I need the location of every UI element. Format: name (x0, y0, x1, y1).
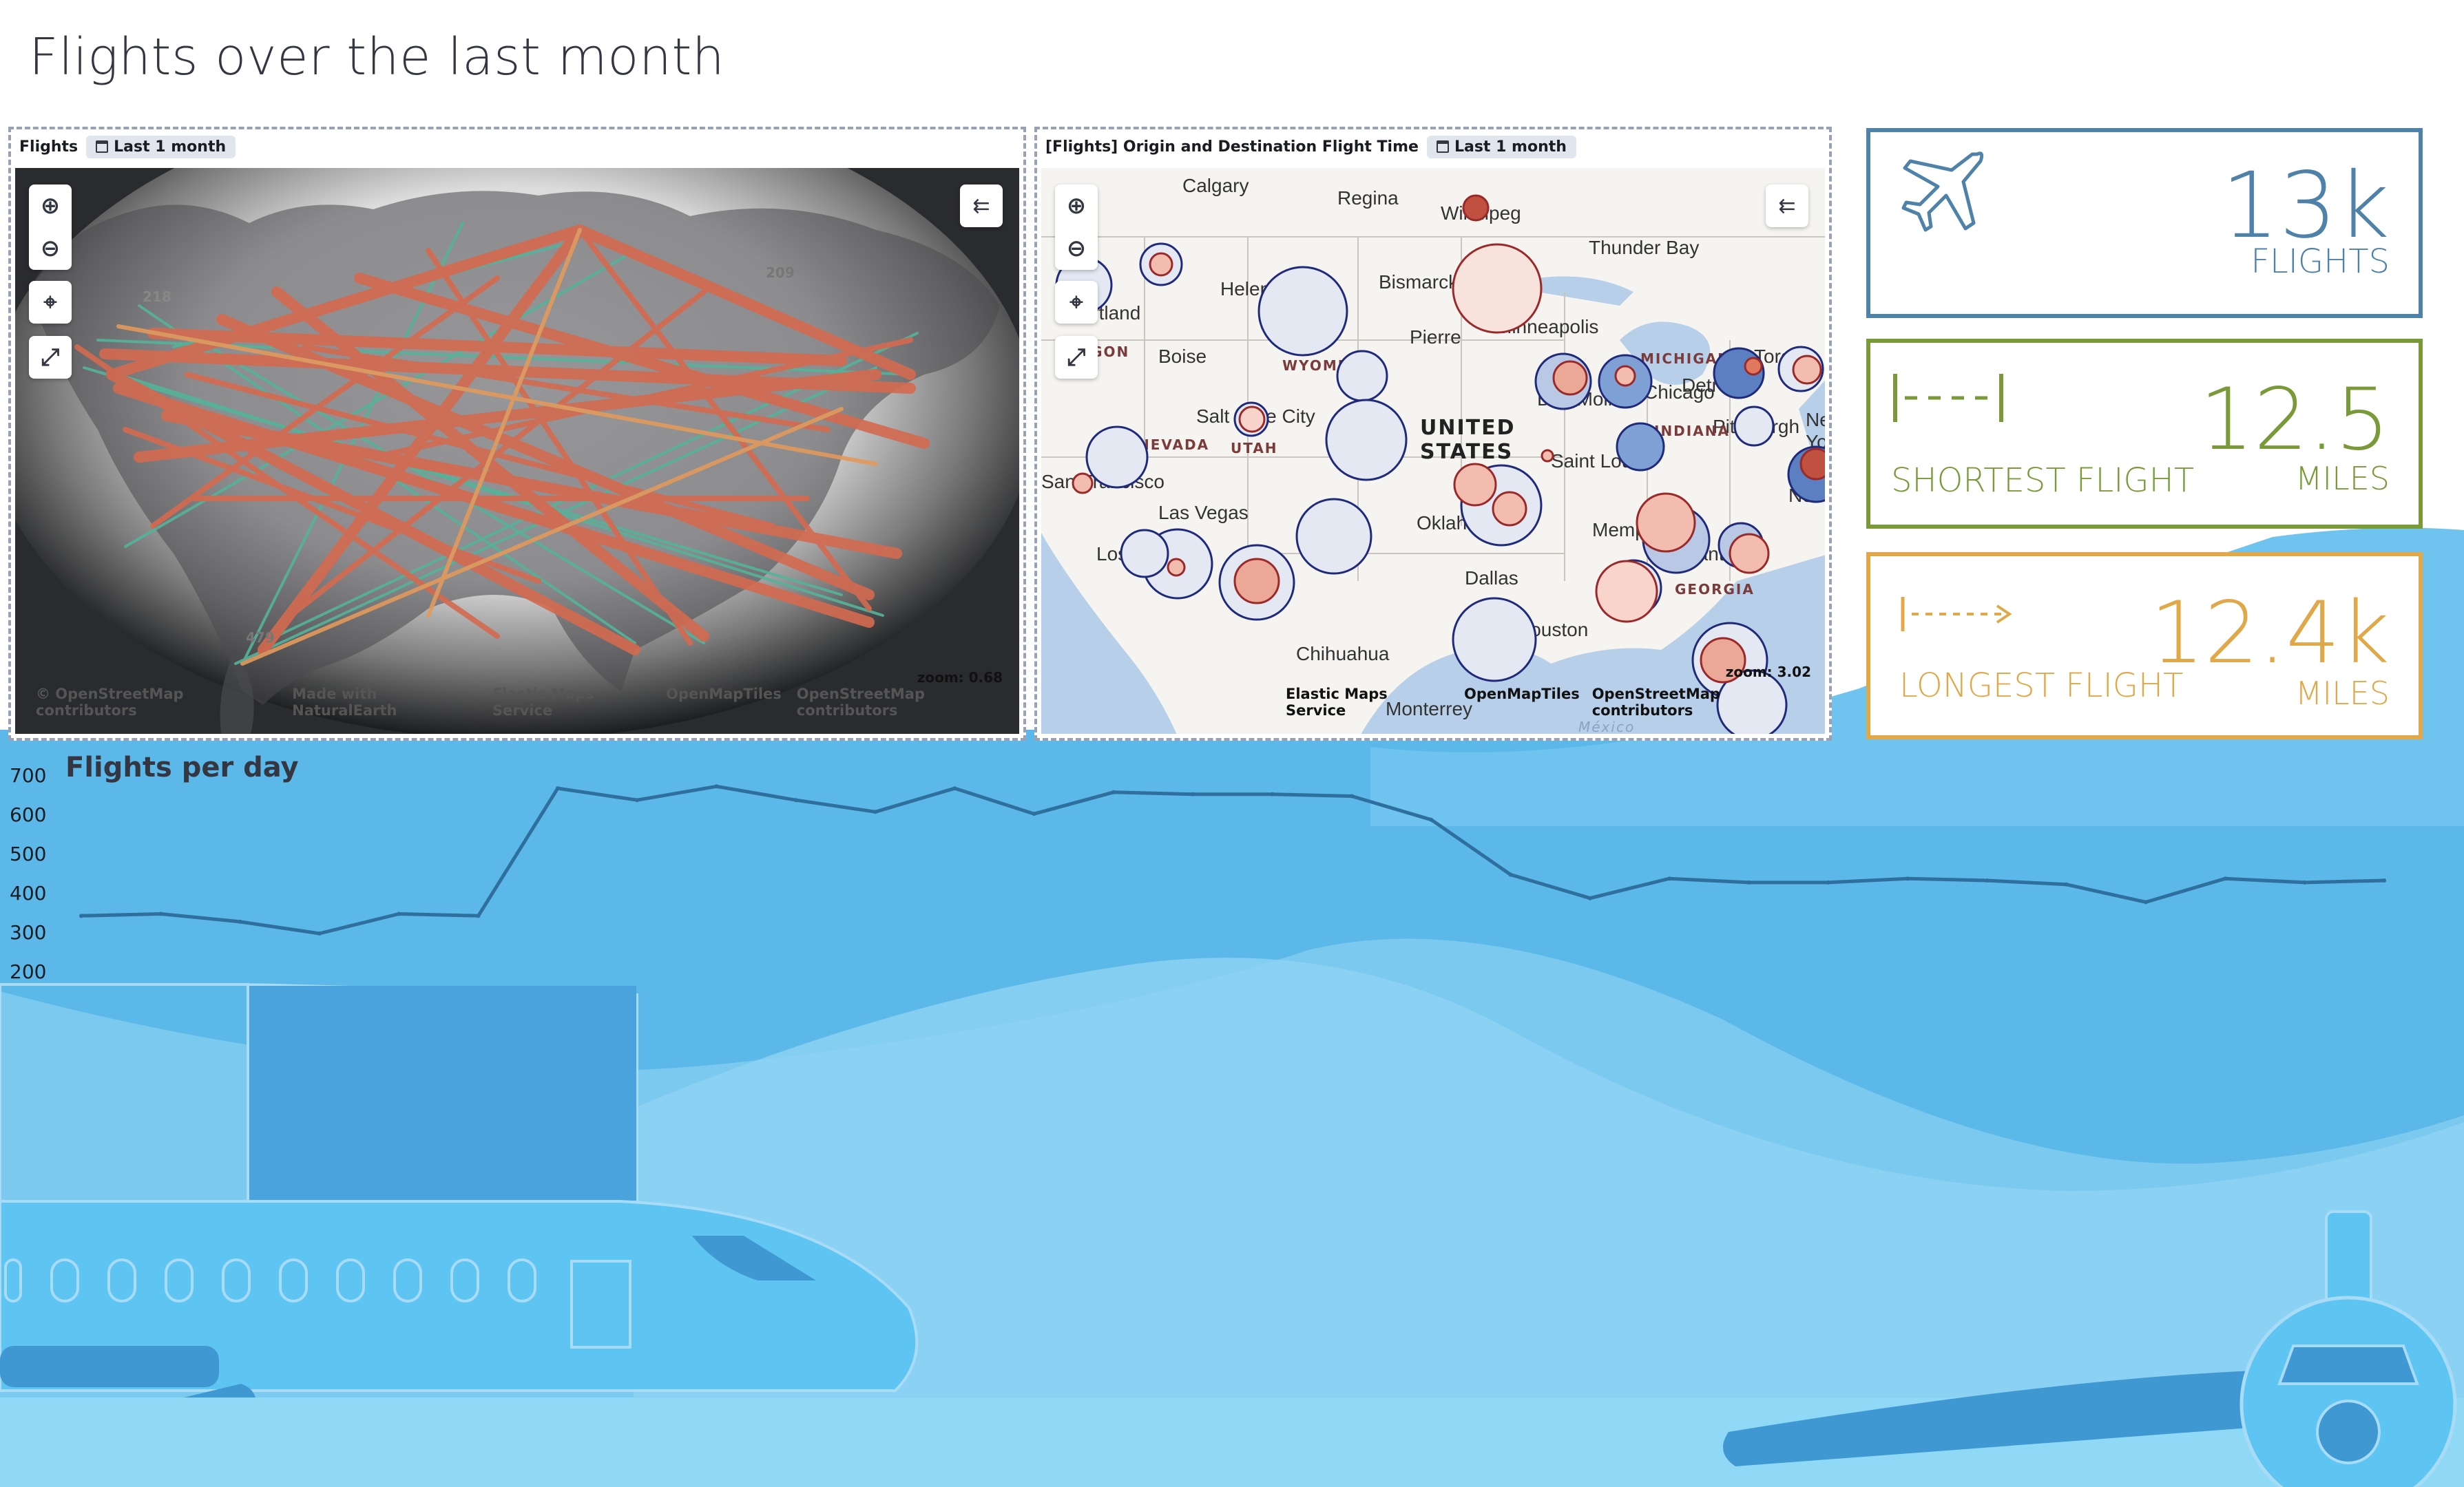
flights-map-canvas[interactable]: 218 209 479 ⊕ ⊖ ⌖ ⤢ ⇇ zoom: 0.68 © OpenS… (15, 168, 1019, 734)
set-view-button[interactable]: ⌖ (1055, 281, 1098, 324)
y-tick-label: 500 (10, 843, 47, 865)
expand-icon: ⤢ (41, 344, 60, 371)
metric-label: LONGEST FLIGHT (1899, 666, 2184, 705)
time-range-badge[interactable]: Last 1 month (86, 135, 236, 158)
y-tick-label: 700 (10, 764, 47, 787)
flight-time-bubbles (1055, 194, 1825, 734)
time-range-label: Last 1 month (114, 138, 227, 156)
expand-icon: ⤢ (1067, 344, 1086, 371)
calendar-icon (1436, 140, 1449, 153)
zoom-in-button[interactable]: ⊕ (1055, 184, 1098, 227)
attribution-link[interactable]: OpenStreetMap contributors (1592, 686, 1825, 719)
attribution-link[interactable]: Made with NaturalEarth (292, 686, 477, 719)
origin-destination-map-canvas[interactable]: Calgary Regina Winnipeg Thunder Bay Hele… (1041, 168, 1825, 734)
metric-unit: FLIGHTS (2251, 242, 2390, 281)
map-label: 218 (143, 288, 171, 305)
airplane-icon (1901, 151, 1984, 232)
metric-label: SHORTEST FLIGHT (1891, 461, 2195, 500)
legend-toggle-button[interactable]: ⇇ (1766, 184, 1808, 227)
page-title: Flights over the last month (29, 28, 725, 87)
crosshair-icon: ⌖ (43, 288, 57, 316)
panel-header: [Flights] Origin and Destination Flight … (1037, 129, 1829, 164)
calendar-icon (96, 140, 109, 153)
y-tick-label: 400 (10, 882, 47, 905)
attribution-link[interactable]: OpenStreetMap contributors (797, 686, 1019, 719)
y-tick-label: 600 (10, 803, 47, 826)
map-attribution: Elastic Maps Service OpenMapTiles OpenSt… (1286, 686, 1825, 719)
metric-unit: MILES (2295, 675, 2390, 712)
origin-destination-map-panel[interactable]: [Flights] Origin and Destination Flight … (1034, 127, 1832, 741)
crosshair-icon: ⌖ (1069, 288, 1083, 316)
legend-toggle-button[interactable]: ⇇ (960, 184, 1003, 227)
zoom-controls: ⊕ ⊖ (1055, 184, 1098, 270)
zoom-out-button[interactable]: ⊖ (1055, 227, 1098, 270)
short-distance-icon (1893, 374, 2003, 422)
zoom-in-button[interactable]: ⊕ (29, 184, 72, 227)
map-attribution: © OpenStreetMap contributors Made with N… (36, 686, 1019, 719)
metric-card-shortest-flight: 12.5 MILES SHORTEST FLIGHT (1866, 339, 2423, 529)
collapse-left-icon: ⇇ (972, 193, 990, 218)
y-tick-label: 300 (10, 921, 47, 944)
metric-card-flights: 13k FLIGHTS (1866, 128, 2423, 318)
panel-title: Flights (19, 138, 79, 156)
map-label: 209 (766, 264, 795, 281)
window-pane (249, 986, 636, 1201)
attribution-link[interactable]: Elastic Maps Service (492, 686, 651, 719)
attribution-link[interactable]: OpenMapTiles (1464, 686, 1580, 719)
attribution-link[interactable]: Elastic Maps Service (1286, 686, 1452, 719)
set-view-button[interactable]: ⌖ (29, 281, 72, 324)
long-distance-icon (1901, 597, 2012, 631)
attribution-link[interactable]: © OpenStreetMap contributors (36, 686, 277, 719)
zoom-out-button[interactable]: ⊖ (29, 227, 72, 270)
airplane-front-windshield (2277, 1344, 2419, 1385)
zoom-level: zoom: 3.02 (1725, 664, 1811, 680)
metric-unit: MILES (2295, 460, 2390, 497)
airplane-front-engine (2316, 1400, 2381, 1464)
fullscreen-button[interactable]: ⤢ (1055, 336, 1098, 379)
zoom-controls: ⊕ ⊖ (29, 184, 72, 270)
chart-title: Flights per day (65, 752, 299, 783)
collapse-left-icon: ⇇ (1778, 193, 1796, 218)
y-tick-label: 200 (10, 960, 47, 983)
attribution-link[interactable]: OpenMapTiles (666, 686, 782, 719)
map-surface (15, 168, 1019, 734)
metric-value: 12.5 (2199, 370, 2390, 470)
metric-card-longest-flight: 12.4k MILES LONGEST FLIGHT (1866, 552, 2423, 739)
time-range-label: Last 1 month (1454, 138, 1567, 156)
panel-title: [Flights] Origin and Destination Flight … (1045, 138, 1419, 156)
map-label: 479 (246, 629, 275, 646)
time-range-badge[interactable]: Last 1 month (1426, 135, 1576, 158)
airplane-stripe (0, 1346, 219, 1387)
zoom-level: zoom: 0.68 (917, 669, 1003, 686)
fullscreen-button[interactable]: ⤢ (29, 336, 72, 379)
panel-header: Flights Last 1 month (11, 129, 1023, 164)
metric-value: 12.4k (2150, 584, 2390, 683)
flights-map-panel[interactable]: Flights Last 1 month 218 209 479 ⊕ ⊖ ⌖ ⤢… (8, 127, 1026, 741)
